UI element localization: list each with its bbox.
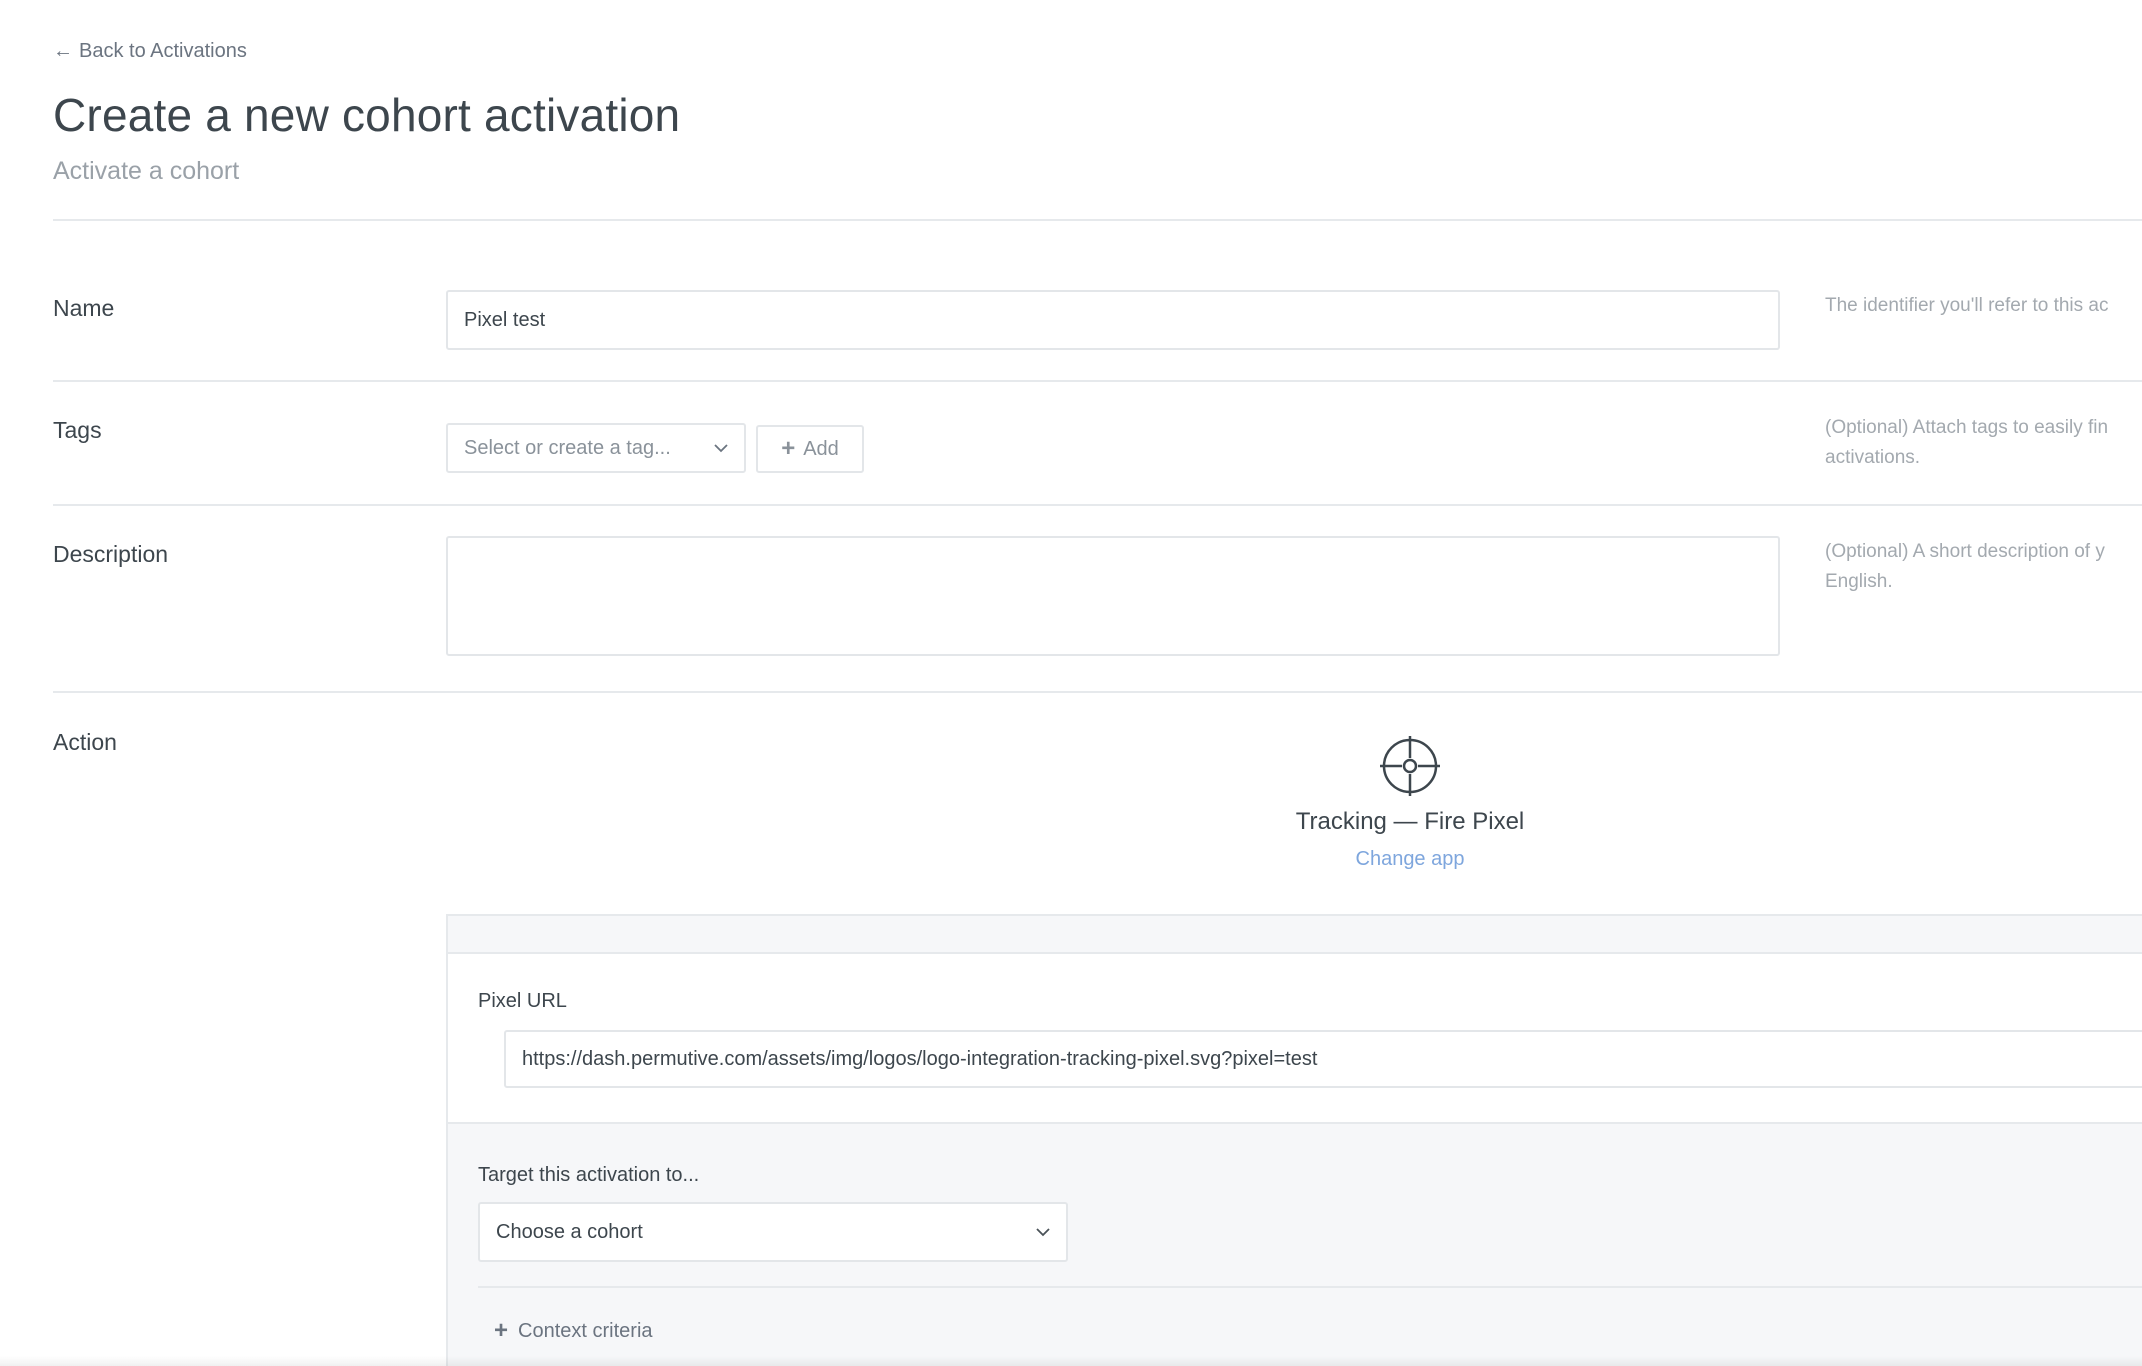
plus-icon: + xyxy=(494,1317,509,1344)
plus-icon: + xyxy=(781,435,796,462)
tags-help-line-2: activations. xyxy=(1825,447,1921,468)
description-help-line-1: (Optional) A short description of y xyxy=(1825,541,2105,562)
pixel-url-section: Pixel URL https://dash.permutive.com/ass… xyxy=(448,954,2142,1124)
pixel-url-label: Pixel URL xyxy=(478,990,567,1012)
pixel-url-input[interactable]: https://dash.permutive.com/assets/img/lo… xyxy=(504,1030,2142,1088)
description-label: Description xyxy=(53,541,169,567)
cohort-select[interactable]: Choose a cohort xyxy=(478,1202,1068,1262)
chevron-down-icon xyxy=(1036,1228,1050,1237)
target-label: Target this activation to... xyxy=(478,1164,700,1186)
tags-help-text: (Optional) Attach tags to easily fin act… xyxy=(1825,413,2142,473)
page-title: Create a new cohort activation xyxy=(53,89,681,141)
app-name: Tracking — Fire Pixel xyxy=(1295,808,1525,835)
add-tag-button[interactable]: + Add xyxy=(756,425,864,473)
context-divider xyxy=(478,1286,2142,1288)
change-app-link[interactable]: Change app xyxy=(1200,848,1620,871)
description-help-text: (Optional) A short description of y Engl… xyxy=(1825,537,2142,597)
action-label: Action xyxy=(53,729,117,755)
back-to-activations-link[interactable]: ← Back to Activations xyxy=(53,40,247,63)
description-textarea[interactable] xyxy=(446,536,1780,656)
add-tag-label: Add xyxy=(803,437,839,460)
tags-help-line-1: (Optional) Attach tags to easily fin xyxy=(1825,417,2109,438)
config-panel-header xyxy=(448,916,2142,954)
back-link-label: Back to Activations xyxy=(79,40,247,62)
page: ← Back to Activations Create a new cohor… xyxy=(0,0,2142,1366)
crosshair-icon xyxy=(1380,736,1440,796)
name-input-value: Pixel test xyxy=(464,308,546,331)
context-criteria-label: Context criteria xyxy=(518,1319,653,1342)
selected-app: Tracking — Fire Pixel Change app xyxy=(1200,736,1620,871)
tags-divider xyxy=(53,504,2142,506)
description-divider xyxy=(53,691,2142,693)
tag-select[interactable]: Select or create a tag... xyxy=(446,423,746,473)
action-config-panel: Pixel URL https://dash.permutive.com/ass… xyxy=(446,914,2142,1366)
chevron-down-icon xyxy=(714,444,728,453)
tag-select-placeholder: Select or create a tag... xyxy=(464,436,671,459)
tags-label: Tags xyxy=(53,417,102,443)
pixel-url-value: https://dash.permutive.com/assets/img/lo… xyxy=(522,1047,1318,1070)
cohort-select-placeholder: Choose a cohort xyxy=(496,1220,643,1243)
context-criteria-button[interactable]: + Context criteria xyxy=(494,1319,653,1343)
name-help-text: The identifier you'll refer to this ac xyxy=(1825,295,2109,316)
bottom-fade xyxy=(0,1356,2142,1366)
name-label: Name xyxy=(53,295,115,321)
header-divider xyxy=(53,219,2142,221)
name-divider xyxy=(53,380,2142,382)
name-input[interactable]: Pixel test xyxy=(446,290,1780,350)
arrow-left-icon: ← xyxy=(53,40,73,62)
page-subtitle: Activate a cohort xyxy=(53,157,240,185)
description-help-line-2: English. xyxy=(1825,571,1893,592)
